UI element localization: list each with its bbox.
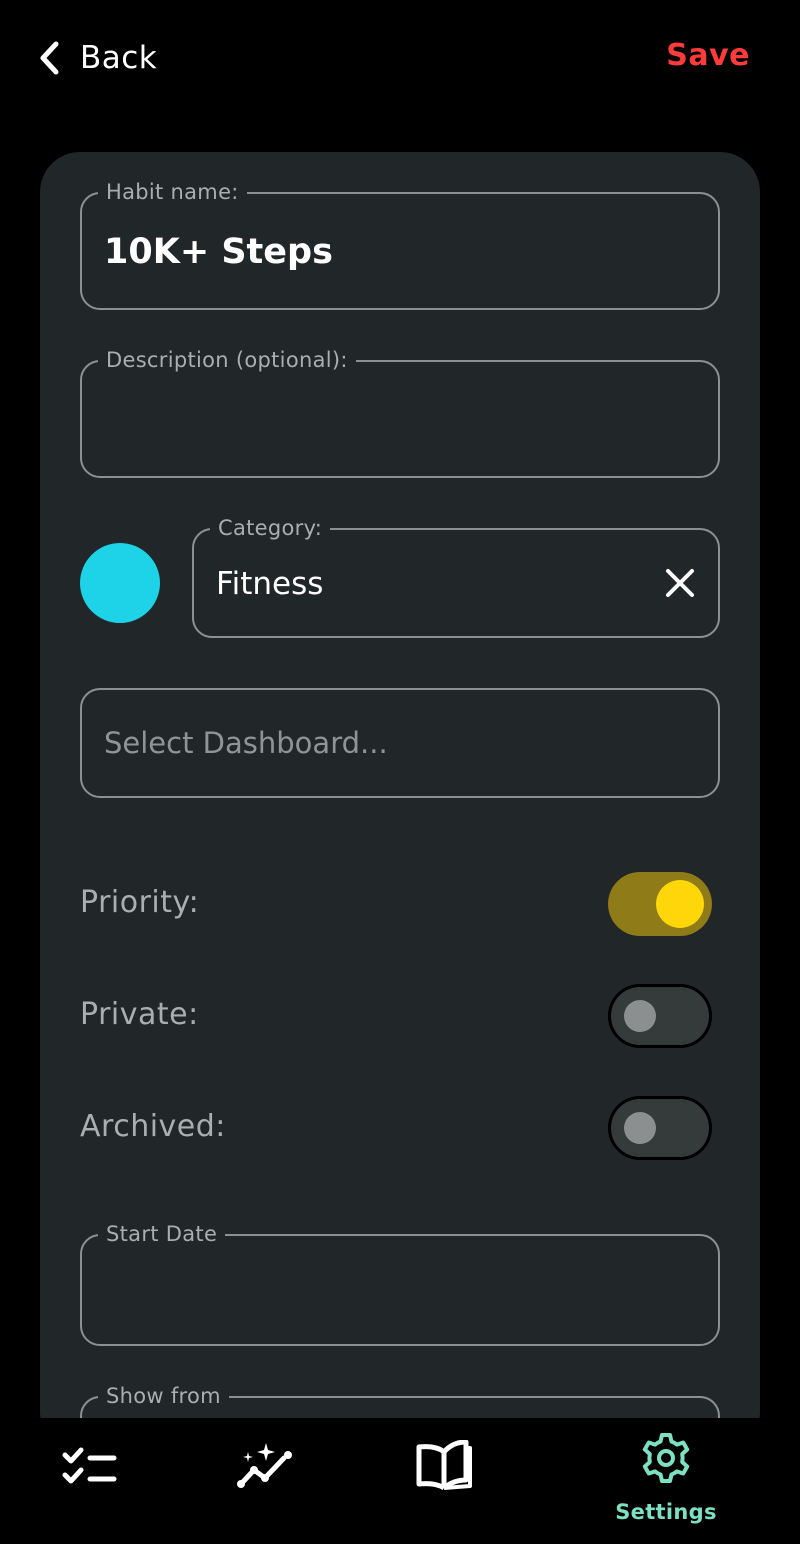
category-label: Category: [210, 515, 331, 541]
start-date-label: Start Date [98, 1221, 226, 1247]
checklist-icon [62, 1447, 117, 1484]
toggle-knob [624, 1112, 656, 1144]
edit-habit-screen: Back Save Habit name: 10K+ Steps Descrip… [0, 0, 800, 1544]
description-field[interactable]: Description (optional): [80, 347, 720, 478]
chevron-left-icon [40, 41, 59, 75]
start-date-field[interactable]: Start Date [80, 1221, 720, 1346]
nav-item-stats[interactable] [220, 1418, 320, 1544]
priority-toggle[interactable] [608, 872, 712, 936]
header: Back Save [0, 0, 800, 120]
dashboard-select[interactable]: Select Dashboard... [80, 688, 720, 798]
back-label: Back [80, 40, 158, 76]
nav-item-habits[interactable] [40, 1418, 140, 1544]
habit-form-card: Habit name: 10K+ Steps Description (opti… [40, 152, 760, 1508]
back-button[interactable]: Back [36, 36, 157, 80]
habit-name-value: 10K+ Steps [104, 232, 333, 272]
nav-label-settings: Settings [615, 1500, 717, 1524]
nav-item-settings[interactable]: Settings [596, 1418, 736, 1544]
nav-item-journal[interactable] [400, 1418, 500, 1544]
dashboard-placeholder: Select Dashboard... [104, 726, 388, 760]
bottom-nav: Settings [0, 1418, 800, 1544]
gear-icon [642, 1433, 690, 1483]
archived-toggle[interactable] [608, 1096, 712, 1160]
toggle-knob [656, 880, 704, 928]
close-icon[interactable] [664, 567, 696, 599]
category-value: Fitness [216, 566, 324, 602]
stats-sparkle-icon [237, 1443, 292, 1488]
archived-label: Archived: [80, 1109, 226, 1144]
category-field[interactable]: Category: Fitness [192, 515, 720, 638]
show-from-label: Show from [98, 1383, 229, 1409]
toggle-knob [624, 1000, 656, 1032]
book-icon [416, 1440, 472, 1490]
priority-label: Priority: [80, 885, 200, 920]
private-toggle[interactable] [608, 984, 712, 1048]
save-button[interactable]: Save [666, 38, 750, 73]
color-picker-swatch[interactable] [80, 543, 160, 623]
habit-name-label: Habit name: [98, 179, 247, 205]
private-label: Private: [80, 997, 199, 1032]
habit-name-field[interactable]: Habit name: 10K+ Steps [80, 179, 720, 310]
description-label: Description (optional): [98, 347, 356, 373]
